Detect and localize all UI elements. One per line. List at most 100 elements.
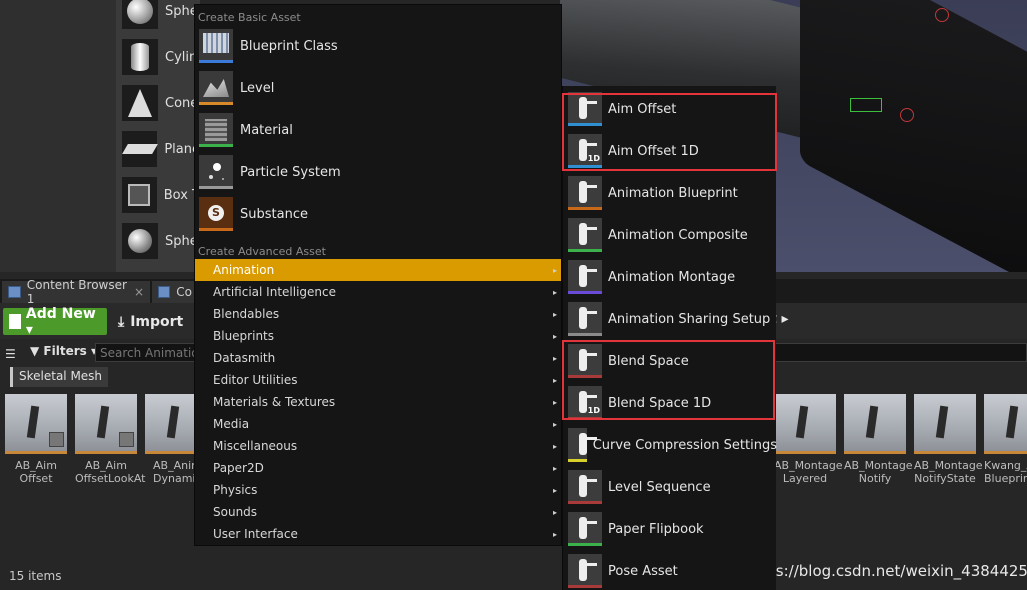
asset-thumbnail	[145, 394, 195, 454]
asset-tile[interactable]: AB_Aim Offset	[5, 394, 67, 485]
menu-item-label: Sounds	[213, 505, 258, 519]
add-new-button[interactable]: Add New ▾	[3, 305, 107, 338]
actor-item-box-trigger[interactable]: Box T	[116, 172, 200, 218]
menu-item-user-interface[interactable]: User Interface ▸	[195, 523, 561, 545]
menu-item-media[interactable]: Media ▸	[195, 413, 561, 435]
menu-item-label: User Interface	[213, 527, 298, 541]
content-browser-icon	[158, 286, 171, 298]
asset-name: AB_Anim Dynamic	[153, 459, 195, 485]
menu-item-blueprint-class[interactable]: Blueprint Class	[199, 26, 559, 66]
menu-item-particle-system[interactable]: Particle System	[199, 152, 559, 192]
menu-item-label: Blueprint Class	[240, 38, 338, 54]
submenu-item-animation-composite[interactable]: Animation Composite	[563, 214, 777, 256]
submenu-item-pose-asset[interactable]: Pose Asset	[563, 550, 777, 590]
import-button[interactable]: ⤓ Import	[118, 308, 183, 335]
menu-item-datasmith[interactable]: Datasmith ▸	[195, 347, 561, 369]
menu-item-label: Blendables	[213, 307, 280, 321]
submenu-item-label: Curve Compression Settings	[592, 437, 777, 453]
asset-tile[interactable]: AB_Montage Notify	[844, 394, 913, 485]
asset-thumbnail	[5, 394, 67, 454]
sphere-icon	[122, 223, 158, 259]
menu-item-physics[interactable]: Physics ▸	[195, 479, 561, 501]
submenu-item-animation-sharing-setup[interactable]: Animation Sharing Setup	[563, 298, 777, 340]
menu-item-label: Artificial Intelligence	[213, 285, 336, 299]
actor-item-cylinder[interactable]: Cylin	[116, 34, 200, 80]
filter-chip-skeletal-mesh[interactable]: Skeletal Mesh	[10, 367, 109, 387]
menu-item-blendables[interactable]: Blendables ▸	[195, 303, 561, 325]
menu-item-blueprints[interactable]: Blueprints ▸	[195, 325, 561, 347]
light-gizmo-icon	[900, 108, 914, 122]
particle-system-icon	[199, 155, 233, 189]
blueprint-class-icon	[199, 29, 233, 63]
filters-label: Filters ▾	[43, 344, 97, 358]
submenu-arrow-icon: ▸	[553, 441, 558, 451]
section-header-advanced: Create Advanced Asset	[198, 245, 326, 258]
filter-icon: ▼	[30, 344, 40, 358]
tab-content-browser-2[interactable]: Co	[152, 281, 198, 303]
submenu-arrow-icon: ▸	[553, 463, 558, 473]
menu-item-label: Materials & Textures	[213, 395, 336, 409]
submenu-arrow-icon: ▸	[553, 287, 558, 297]
pose-asset-icon	[568, 554, 602, 588]
actor-label: Cylin	[165, 49, 198, 65]
close-icon[interactable]: ×	[134, 285, 144, 299]
highlight-aim-offset-group	[562, 93, 777, 171]
submenu-arrow-icon: ▸	[553, 419, 558, 429]
menu-item-animation[interactable]: Animation ▸	[195, 259, 561, 281]
menu-item-label: Paper2D	[213, 461, 264, 475]
sources-toggle-icon[interactable]: ☰	[5, 347, 16, 361]
submenu-item-label: Animation Sharing Setup	[608, 311, 771, 327]
asset-thumbnail	[844, 394, 906, 454]
menu-item-label: Datasmith	[213, 351, 276, 365]
menu-item-materials-textures[interactable]: Materials & Textures ▸	[195, 391, 561, 413]
menu-item-material[interactable]: Material	[199, 110, 559, 150]
add-new-label: Add New ▾	[25, 305, 96, 338]
actor-item-cone[interactable]: Cone	[116, 80, 200, 126]
menu-item-editor-utilities[interactable]: Editor Utilities ▸	[195, 369, 561, 391]
animation-montage-icon	[568, 260, 602, 294]
asset-thumbnail	[984, 394, 1027, 454]
menu-item-paper2d[interactable]: Paper2D ▸	[195, 457, 561, 479]
material-icon	[199, 113, 233, 147]
menu-item-label: Substance	[240, 206, 308, 222]
camera-gizmo-icon	[850, 98, 882, 112]
menu-item-label: Miscellaneous	[213, 439, 298, 453]
submenu-arrow-icon: ▸	[553, 309, 558, 319]
menu-item-artificial-intelligence[interactable]: Artificial Intelligence ▸	[195, 281, 561, 303]
submenu-arrow-icon: ▸	[553, 507, 558, 517]
actor-item-sphere[interactable]: Sphe	[116, 0, 200, 34]
asset-tile[interactable]: AB_Montage Layered	[774, 394, 843, 485]
submenu-item-animation-montage[interactable]: Animation Montage	[563, 256, 777, 298]
category-strip	[0, 0, 116, 272]
cone-icon	[122, 85, 158, 121]
submenu-item-level-sequence[interactable]: Level Sequence	[563, 466, 777, 508]
watermark-text: https://blog.csdn.net/weixin_43844254	[745, 562, 1027, 580]
menu-item-level[interactable]: Level	[199, 68, 559, 108]
plane-icon	[121, 131, 158, 167]
add-new-menu: Create Basic Asset Blueprint Class Level…	[194, 4, 562, 546]
menu-item-label: Editor Utilities	[213, 373, 298, 387]
menu-item-miscellaneous[interactable]: Miscellaneous ▸	[195, 435, 561, 457]
filters-dropdown[interactable]: ▼ Filters ▾	[30, 344, 97, 358]
asset-tile[interactable]: AB_Aim OffsetLookAt	[75, 394, 145, 485]
actor-item-plane[interactable]: Plane	[116, 126, 200, 172]
tab-content-browser-1[interactable]: Content Browser 1 ×	[2, 278, 150, 306]
submenu-arrow-icon: ▸	[553, 485, 558, 495]
menu-item-sounds[interactable]: Sounds ▸	[195, 501, 561, 523]
menu-item-label: Media	[213, 417, 250, 431]
submenu-item-animation-blueprint[interactable]: Animation Blueprint	[563, 172, 777, 214]
curve-compression-settings-icon	[568, 428, 597, 462]
content-browser-icon	[8, 286, 21, 298]
menu-item-label: Physics	[213, 483, 258, 497]
editor-window: Sphe Cylin Cone Plane Box T Sphe Content…	[0, 0, 1027, 590]
submenu-item-label: Animation Composite	[608, 227, 748, 243]
menu-item-label: Blueprints	[213, 329, 275, 343]
submenu-item-paper-flipbook[interactable]: Paper Flipbook	[563, 508, 777, 550]
menu-item-substance[interactable]: S Substance	[199, 194, 559, 234]
box-icon	[122, 177, 157, 213]
submenu-item-curve-compression-settings[interactable]: Curve Compression Settings	[563, 424, 777, 466]
asset-tile[interactable]: AB_Montage NotifyState	[914, 394, 983, 485]
asset-tile[interactable]: AB_Anim Dynamic	[145, 394, 195, 485]
asset-tile[interactable]: Kwang_A Blueprint	[984, 394, 1027, 485]
actor-item-sphere-trigger[interactable]: Sphe	[116, 218, 200, 264]
